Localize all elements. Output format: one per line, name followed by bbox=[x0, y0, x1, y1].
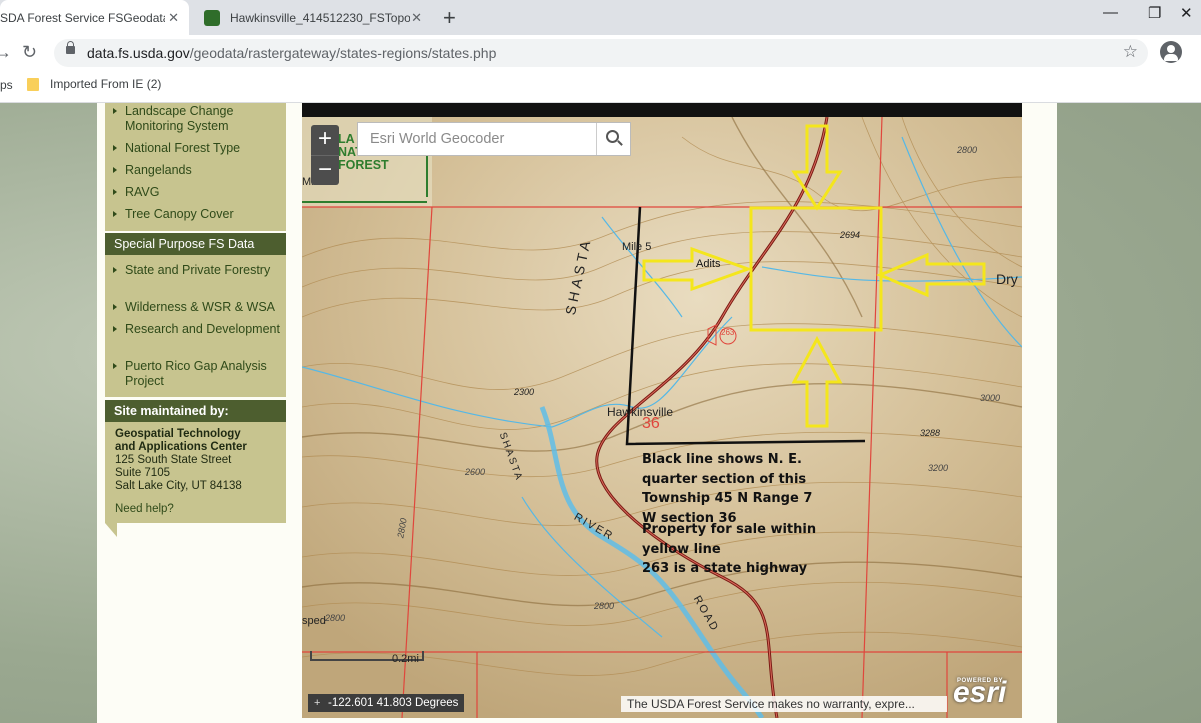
org-line-2: and Applications Center bbox=[115, 441, 247, 453]
elevation-label: 2600 bbox=[465, 467, 486, 477]
sidebar-item-tree-canopy[interactable]: Tree Canopy Cover bbox=[113, 207, 283, 222]
elevation-label: 2800 bbox=[957, 145, 978, 155]
usfs-favicon-icon bbox=[204, 9, 220, 26]
sidebar-item-national-forest-type[interactable]: National Forest Type bbox=[113, 141, 283, 156]
topo-map[interactable]: LA NATIONAL FOREST Mine Mile 5 Adits SHA… bbox=[302, 103, 1022, 718]
close-icon[interactable]: ✕ bbox=[411, 10, 422, 26]
section-number: 36 bbox=[642, 415, 660, 432]
elevation-label: 3200 bbox=[928, 463, 949, 473]
profile-icon[interactable] bbox=[1160, 41, 1182, 63]
tab-title: SDA Forest Service FSGeodata C bbox=[0, 10, 165, 25]
elevation-label: 2694 bbox=[840, 230, 861, 240]
org-line-1: Geospatial Technology bbox=[115, 428, 241, 440]
need-help-link[interactable]: Need help? bbox=[115, 503, 283, 516]
address-line-1: 125 South State Street bbox=[115, 454, 232, 466]
arrow-icon bbox=[113, 189, 117, 195]
sidebar: Landscape Change Monitoring System Natio… bbox=[105, 103, 286, 537]
arrow-icon bbox=[113, 267, 117, 273]
tab-fsgeodata[interactable]: SDA Forest Service FSGeodata C ✕ bbox=[0, 0, 189, 35]
reload-icon[interactable]: ↻ bbox=[22, 42, 37, 63]
mile5-label: Mile 5 bbox=[622, 241, 652, 253]
sidebar-item-landscape-change[interactable]: Landscape Change Monitoring System bbox=[113, 104, 283, 134]
dry-creek-label: Dry bbox=[996, 271, 1018, 287]
tab-strip: SDA Forest Service FSGeodata C ✕ Hawkins… bbox=[0, 0, 1201, 35]
sidebar-item-state-private-forestry[interactable]: State and Private Forestry bbox=[113, 263, 283, 278]
esri-logo[interactable]: POWERED BY esri bbox=[953, 676, 1006, 710]
new-tab-button[interactable]: + bbox=[443, 5, 456, 31]
search-icon[interactable] bbox=[596, 123, 630, 155]
powered-by-label: POWERED BY bbox=[957, 678, 1004, 684]
sidebar-item-wilderness[interactable]: Wilderness & WSR & WSA bbox=[113, 300, 283, 315]
arrow-icon bbox=[113, 167, 117, 173]
scale-label: 0.2mi bbox=[392, 653, 419, 665]
scale-bar: 0.2mi bbox=[310, 651, 424, 665]
url-host: data.fs.usda.gov bbox=[87, 45, 190, 61]
map-title-banner bbox=[302, 103, 1022, 117]
site-maintained-header: Site maintained by: bbox=[105, 400, 286, 422]
star-icon[interactable]: ☆ bbox=[1123, 42, 1138, 62]
close-window-icon[interactable]: ✕ bbox=[1180, 4, 1193, 22]
url-text[interactable]: data.fs.usda.gov/geodata/rastergateway/s… bbox=[87, 45, 496, 61]
close-icon[interactable]: ✕ bbox=[168, 10, 179, 26]
sidebar-fold bbox=[105, 523, 117, 537]
hwy-label: 263 bbox=[721, 328, 735, 337]
address-line-2: Suite 7105 bbox=[115, 467, 170, 479]
sped-label: sped bbox=[302, 615, 326, 627]
elevation-label: 2800 bbox=[325, 613, 346, 623]
search-input[interactable] bbox=[358, 123, 596, 155]
elevation-label: 3000 bbox=[980, 393, 1001, 403]
sidebar-item-rangelands[interactable]: Rangelands bbox=[113, 163, 283, 178]
zoom-control: + − bbox=[311, 125, 339, 185]
special-purpose-header: Special Purpose FS Data bbox=[105, 233, 286, 255]
bookmark-apps[interactable]: ps bbox=[0, 78, 13, 92]
elevation-label: 3288 bbox=[920, 428, 941, 438]
quarter-section-annotation: Black line shows N. E. quarter section o… bbox=[642, 452, 813, 526]
folder-icon bbox=[27, 78, 39, 91]
property-annotation: Property for sale within yellow line 263… bbox=[642, 522, 817, 576]
tab-hawkinsville[interactable]: Hawkinsville_414512230_FSTopo ✕ bbox=[196, 0, 432, 35]
arrow-icon bbox=[113, 304, 117, 310]
attribution[interactable]: The USDA Forest Service makes no warrant… bbox=[621, 696, 947, 712]
url-path: /geodata/rastergateway/states-regions/st… bbox=[189, 45, 497, 61]
address-line-3: Salt Lake City, UT 84138 bbox=[115, 480, 242, 492]
address-bar[interactable]: data.fs.usda.gov/geodata/rastergateway/s… bbox=[54, 39, 1148, 67]
coordinate-readout: -122.601 41.803 Degrees bbox=[308, 694, 465, 712]
arrow-icon bbox=[113, 363, 117, 369]
hawkinsville-label: Hawkinsville bbox=[607, 405, 674, 419]
elevation-label: 2300 bbox=[514, 387, 535, 397]
geocoder-search bbox=[357, 122, 631, 156]
elevation-label: 2800 bbox=[594, 601, 615, 611]
zoom-in-button[interactable]: + bbox=[311, 125, 339, 155]
minimize-icon[interactable]: — bbox=[1103, 4, 1118, 21]
maintainer-info: Geospatial Technology and Applications C… bbox=[115, 428, 283, 516]
bookmarks-bar: ps Imported From IE (2) bbox=[0, 71, 1201, 103]
arrow-icon bbox=[113, 108, 117, 114]
adits-label: Adits bbox=[696, 258, 721, 270]
back-arrow-icon[interactable]: → bbox=[0, 42, 12, 63]
bookmark-imported[interactable]: Imported From IE (2) bbox=[50, 77, 161, 91]
arrow-icon bbox=[113, 145, 117, 151]
restore-icon[interactable]: ❐ bbox=[1148, 4, 1161, 22]
sidebar-item-ravg[interactable]: RAVG bbox=[113, 185, 283, 200]
sidebar-item-research[interactable]: Research and Development bbox=[113, 322, 283, 337]
arrow-icon bbox=[113, 211, 117, 217]
sidebar-item-puerto-rico[interactable]: Puerto Rico Gap Analysis Project bbox=[113, 359, 283, 389]
tab-title: Hawkinsville_414512230_FSTopo bbox=[230, 10, 410, 25]
zoom-out-button[interactable]: − bbox=[311, 155, 339, 186]
arrow-icon bbox=[113, 326, 117, 332]
lock-icon bbox=[66, 41, 75, 54]
